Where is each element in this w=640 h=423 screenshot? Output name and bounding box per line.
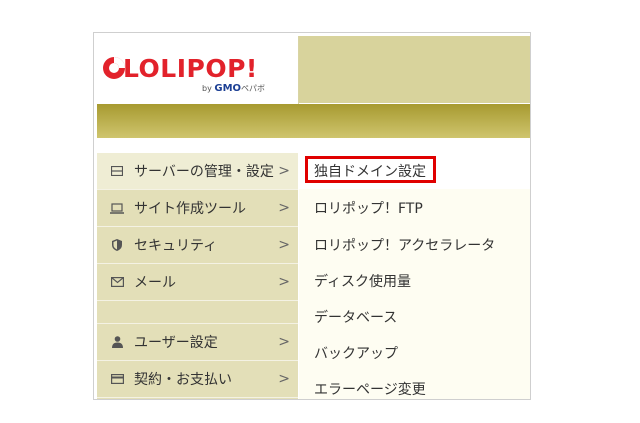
submenu-item-label: ロリポップ！FTP [314, 201, 423, 217]
logo-company: GMO [214, 83, 242, 94]
chevron-right-icon: > [278, 200, 290, 216]
logo-byline: by GMOペパボ [202, 83, 265, 94]
sidebar-item-contract-payment[interactable]: 契約・お支払い > [97, 361, 298, 398]
server-settings-submenu: 独自ドメイン設定 ロリポップ！FTP ロリポップ！アクセラレータ ディスク使用量… [299, 153, 530, 399]
sidebar-item-site-tools[interactable]: サイト作成ツール > [97, 190, 298, 227]
submenu-item-label: データベース [314, 310, 398, 326]
sidebar-item-label: セキュリティ [134, 238, 218, 254]
laptop-icon [110, 201, 124, 215]
logo-by: by [202, 84, 212, 93]
submenu-item-label: エラーページ変更 [314, 382, 426, 398]
sidebar-item-label: サイト作成ツール [134, 201, 246, 217]
submenu-item-ftp[interactable]: ロリポップ！FTP [299, 190, 530, 226]
credit-card-icon [110, 372, 124, 386]
sidebar-item-mail[interactable]: メール > [97, 264, 298, 301]
submenu-item-label: ディスク使用量 [314, 274, 412, 290]
chevron-right-icon: > [278, 274, 290, 290]
submenu-item-database[interactable]: データベース [299, 299, 530, 335]
sidebar-item-label: メール [134, 275, 176, 291]
header-bar [97, 104, 530, 138]
sidebar-item-label: ユーザー設定 [134, 335, 218, 351]
submenu-item-accelerator[interactable]: ロリポップ！アクセラレータ [299, 227, 530, 263]
user-icon [110, 335, 124, 349]
submenu-item-custom-domain[interactable]: 独自ドメイン設定 [299, 153, 530, 189]
submenu-item-error-page[interactable]: エラーページ変更 [299, 371, 530, 399]
submenu-item-label: ロリポップ！アクセラレータ [314, 238, 496, 254]
sidebar-spacer [97, 303, 298, 324]
submenu-item-label: バックアップ [314, 346, 398, 362]
chevron-right-icon: > [278, 371, 290, 387]
chevron-right-icon: > [278, 163, 290, 179]
highlight-box [305, 156, 436, 183]
shield-icon [110, 238, 124, 252]
server-icon [110, 164, 124, 178]
sidebar-item-security[interactable]: セキュリティ > [97, 227, 298, 264]
sidebar-item-server-settings[interactable]: サーバーの管理・設定 > [97, 153, 298, 190]
mail-icon [110, 275, 124, 289]
sidebar-item-label: サーバーの管理・設定 [134, 164, 274, 180]
header-right-panel [299, 36, 530, 103]
submenu-item-disk-usage[interactable]: ディスク使用量 [299, 263, 530, 299]
chevron-right-icon: > [278, 334, 290, 350]
logo-company-suffix: ペパボ [241, 84, 266, 93]
sidebar-item-label: 契約・お支払い [134, 372, 232, 388]
submenu-item-backup[interactable]: バックアップ [299, 335, 530, 371]
chevron-right-icon: > [278, 237, 290, 253]
logo-brand-text[interactable]: LOLIPOP! [123, 54, 258, 83]
sidebar: サーバーの管理・設定 > サイト作成ツール > セキュリティ > メール > ユ… [97, 153, 298, 399]
screenshot-frame: LOLIPOP! by GMOペパボ サーバーの管理・設定 > サイト作成ツール… [93, 32, 531, 400]
sidebar-item-user-settings[interactable]: ユーザー設定 > [97, 324, 298, 361]
